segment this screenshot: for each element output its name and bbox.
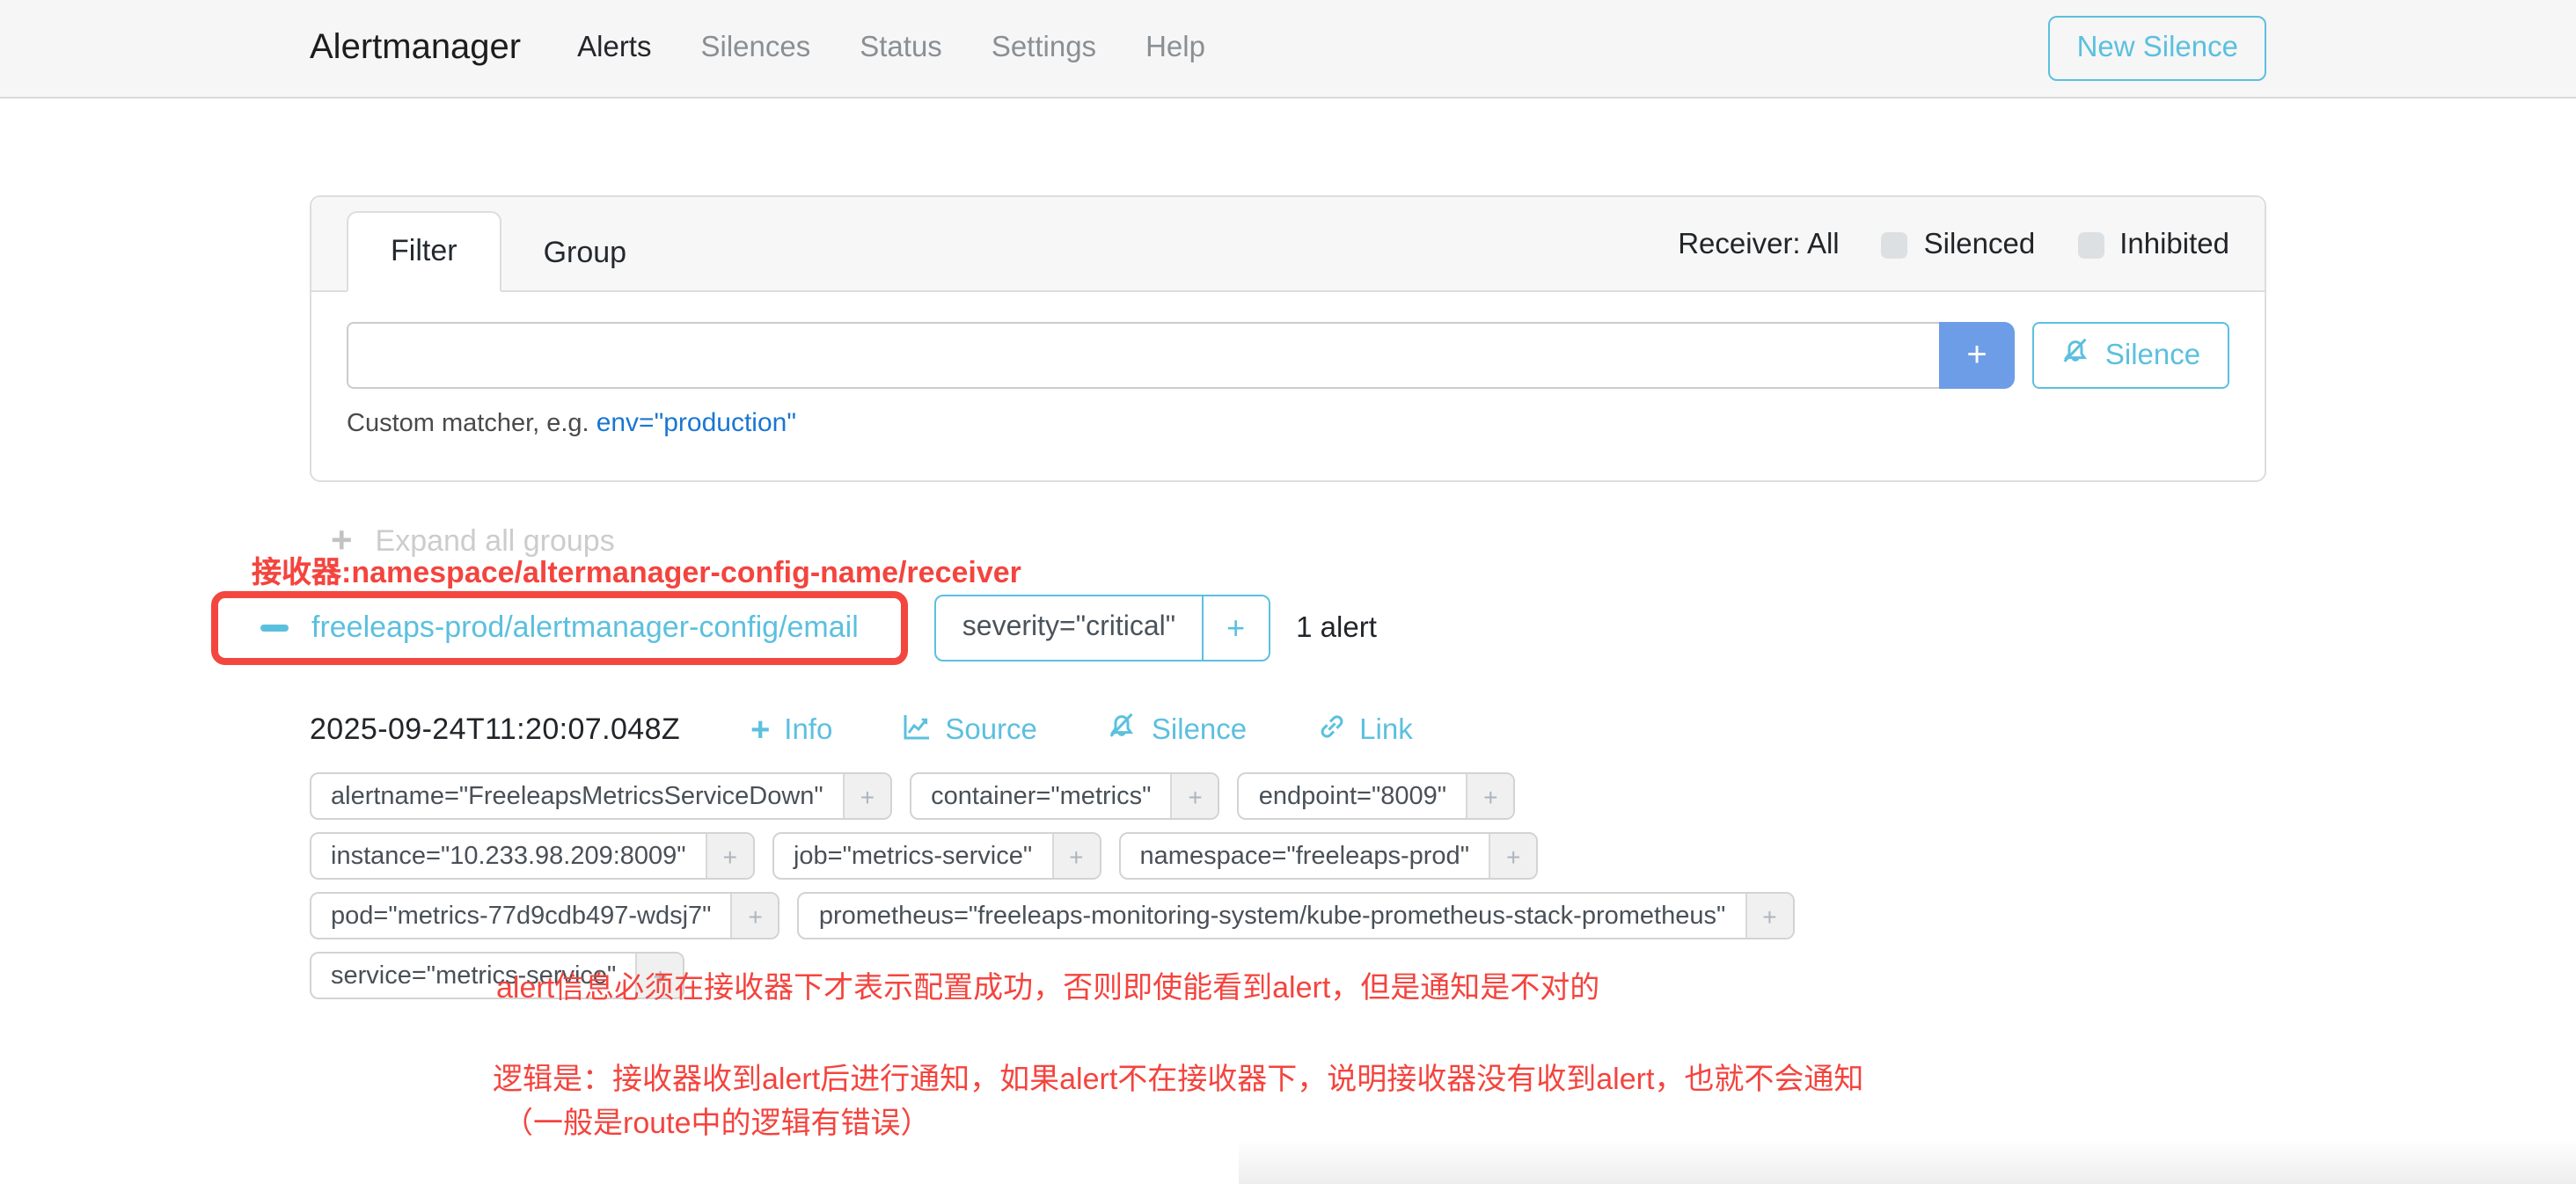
filter-panel-header: Filter Group Receiver: All Silenced Inhi… xyxy=(311,197,2265,292)
alert-info-button[interactable]: + Info xyxy=(750,713,832,747)
label-add-filter-button[interactable]: + xyxy=(1051,834,1099,878)
alert-silence-button[interactable]: Silence xyxy=(1108,711,1247,749)
label-pill: alertname="FreeleapsMetricsServiceDown" … xyxy=(310,772,892,820)
new-silence-button[interactable]: New Silence xyxy=(2049,16,2266,81)
label-add-filter-button[interactable]: + xyxy=(1170,774,1218,818)
alert-detail-block: 2025-09-24T11:20:07.048Z + Info xyxy=(310,711,1964,999)
top-navbar: Alertmanager Alerts Silences Status Sett… xyxy=(0,0,2576,99)
tab-group[interactable]: Group xyxy=(501,215,670,292)
label-pill: prometheus="freeleaps-monitoring-system/… xyxy=(798,892,1795,939)
alert-permalink[interactable]: Link xyxy=(1317,712,1413,749)
matcher-input[interactable] xyxy=(347,322,1939,389)
label-pill: container="metrics" + xyxy=(910,772,1220,820)
silenced-checkbox-group[interactable]: Silenced xyxy=(1882,229,2036,262)
label-add-filter-button[interactable]: + xyxy=(1489,834,1536,878)
silence-from-filter-button[interactable]: Silence xyxy=(2032,322,2229,389)
alert-silence-label: Silence xyxy=(1152,713,1247,747)
alert-groups-area: + Expand all groups 接收器:namespace/alterm… xyxy=(310,482,2266,1172)
nav-item-status[interactable]: Status xyxy=(835,32,967,65)
bell-slash-icon xyxy=(2061,336,2091,375)
receiver-group-name: freeleaps-prod/alertmanager-config/email xyxy=(311,610,859,646)
alert-info-label: Info xyxy=(784,713,832,747)
group-matcher-chip: severity="critical" + xyxy=(934,595,1270,661)
alert-count-label: 1 alert xyxy=(1296,611,1377,645)
group-matcher-value: severity="critical" xyxy=(936,596,1202,660)
nav-item-help[interactable]: Help xyxy=(1121,32,1230,65)
label-pill: job="metrics-service" + xyxy=(772,832,1101,880)
group-matcher-add-button[interactable]: + xyxy=(1202,596,1268,660)
tab-filter[interactable]: Filter xyxy=(347,211,501,292)
label-pill-text: alertname="FreeleapsMetricsServiceDown" xyxy=(311,774,843,818)
label-add-filter-button[interactable]: + xyxy=(706,834,753,878)
inhibited-checkbox[interactable] xyxy=(2077,232,2104,259)
app-brand[interactable]: Alertmanager xyxy=(310,28,521,69)
alert-link-label: Link xyxy=(1359,713,1413,747)
silenced-checkbox-label: Silenced xyxy=(1924,229,2036,262)
nav-item-silences[interactable]: Silences xyxy=(677,32,836,65)
alert-source-label: Source xyxy=(945,713,1037,747)
label-pill: instance="10.233.98.209:8009" + xyxy=(310,832,755,880)
nav-links: Alerts Silences Status Settings Help xyxy=(553,32,1230,65)
label-pill-text: endpoint="8009" xyxy=(1240,774,1466,818)
label-add-filter-button[interactable]: + xyxy=(843,774,890,818)
label-pill-text: pod="metrics-77d9cdb497-wdsj7" xyxy=(311,894,730,938)
matcher-example-link[interactable]: env="production" xyxy=(596,408,796,438)
label-pill: endpoint="8009" + xyxy=(1238,772,1516,820)
annotation-route-error-text: （一般是route中的逻辑有错误） xyxy=(503,1098,931,1142)
alertmanager-screen: Alertmanager Alerts Silences Status Sett… xyxy=(0,0,2576,1184)
bell-slash-icon xyxy=(1108,711,1138,749)
label-pill-text: instance="10.233.98.209:8009" xyxy=(311,834,706,878)
link-icon xyxy=(1317,712,1345,749)
nav-item-alerts[interactable]: Alerts xyxy=(553,32,676,65)
label-add-filter-button[interactable]: + xyxy=(730,894,778,938)
label-add-filter-button[interactable]: + xyxy=(1466,774,1513,818)
filter-panel-body: + Silence Custom mat xyxy=(311,292,2265,480)
filter-tabs: Filter Group xyxy=(347,197,669,290)
receiver-annotation-text: 接收器:namespace/altermanager-config-name/r… xyxy=(252,547,1021,591)
annotation-config-success-text: alert信息必须在接收器下才表示配置成功，否则即使能看到alert，但是通知是… xyxy=(496,962,1599,1006)
label-pill-text: namespace="freeleaps-prod" xyxy=(1121,834,1489,878)
alert-group-header-row: freeleaps-prod/alertmanager-config/email… xyxy=(211,591,1377,665)
add-matcher-button[interactable]: + xyxy=(1939,322,2015,389)
nav-item-settings[interactable]: Settings xyxy=(967,32,1121,65)
alert-source-link[interactable]: Source xyxy=(903,712,1037,749)
alert-timestamp: 2025-09-24T11:20:07.048Z xyxy=(310,713,680,748)
chart-line-icon xyxy=(903,712,931,749)
inhibited-checkbox-label: Inhibited xyxy=(2119,229,2229,262)
label-add-filter-button[interactable]: + xyxy=(1745,894,1792,938)
label-pill: namespace="freeleaps-prod" + xyxy=(1119,832,1539,880)
receiver-group-button-highlighted[interactable]: freeleaps-prod/alertmanager-config/email xyxy=(211,591,908,665)
filter-header-controls: Receiver: All Silenced Inhibited xyxy=(1678,229,2229,290)
label-pill-text: prometheus="freeleaps-monitoring-system/… xyxy=(800,894,1745,938)
label-pill: pod="metrics-77d9cdb497-wdsj7" + xyxy=(310,892,780,939)
annotation-logic-text: 逻辑是：接收器收到alert后进行通知，如果alert不在接收器下，说明接收器没… xyxy=(493,1054,1863,1098)
collapse-minus-icon xyxy=(260,625,289,632)
label-pill-text: container="metrics" xyxy=(911,774,1170,818)
plus-icon: + xyxy=(750,713,770,747)
label-pill-text: job="metrics-service" xyxy=(774,834,1051,878)
silence-button-label: Silence xyxy=(2105,339,2200,372)
custom-matcher-hint: Custom matcher, e.g. env="production" xyxy=(347,408,2229,438)
filter-panel: Filter Group Receiver: All Silenced Inhi… xyxy=(310,195,2266,482)
receiver-filter-dropdown[interactable]: Receiver: All xyxy=(1678,229,1839,262)
inhibited-checkbox-group[interactable]: Inhibited xyxy=(2077,229,2229,262)
silenced-checkbox[interactable] xyxy=(1882,232,1908,259)
matcher-input-group: + xyxy=(347,322,2015,389)
custom-matcher-hint-text: Custom matcher, e.g. xyxy=(347,410,589,438)
